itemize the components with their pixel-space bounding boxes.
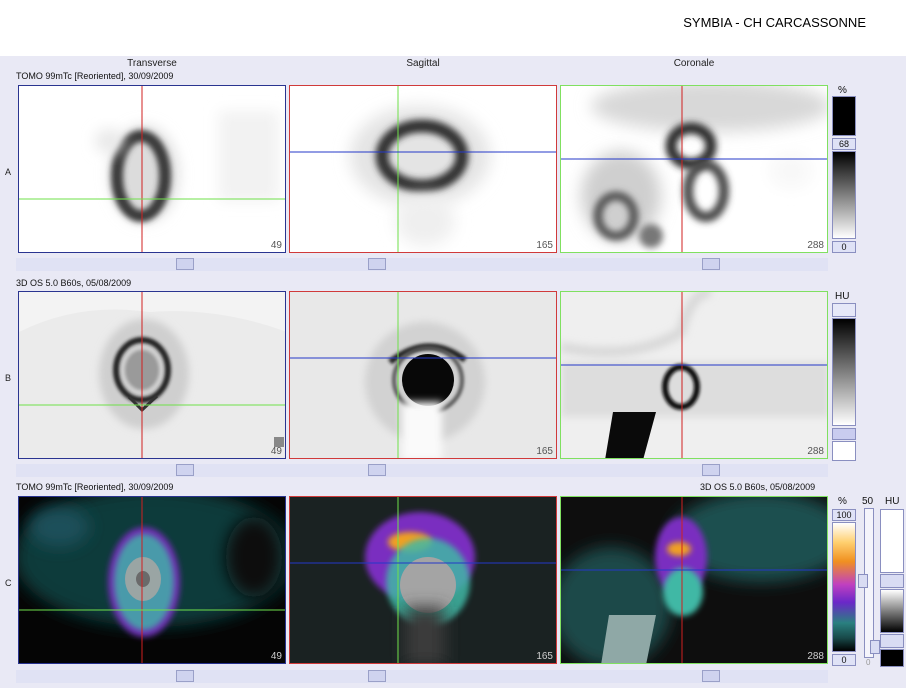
row-b-sagittal-view[interactable]: 165 xyxy=(289,291,557,459)
ct-coronal-image xyxy=(561,292,827,458)
row-b-colorbar-bottom xyxy=(832,441,856,461)
row-a-info: TOMO 99mTc [Reoriented], 30/09/2009 xyxy=(16,71,174,81)
row-c-window-value: 50 xyxy=(862,496,874,507)
slice-number: 165 xyxy=(536,651,553,662)
column-header-coronale: Coronale xyxy=(673,58,715,69)
row-c-colorbar-min[interactable]: 0 xyxy=(832,654,856,666)
row-c-info-right: 3D OS 5.0 B60s, 05/08/2009 xyxy=(700,482,816,492)
row-b-transverse-slider[interactable] xyxy=(176,464,194,476)
column-header-transverse: Transverse xyxy=(127,58,177,69)
row-c-sagittal-view[interactable]: 165 xyxy=(289,496,557,664)
row-c-colorbar xyxy=(832,522,856,652)
row-c-ct-window-handle-low[interactable] xyxy=(880,634,904,648)
row-c-ct-colorbar xyxy=(880,589,904,633)
fused-sagittal-image xyxy=(290,497,556,663)
row-c-window-slider-low[interactable] xyxy=(870,640,880,654)
row-c-ct-window-handle[interactable] xyxy=(880,574,904,588)
slice-number: 165 xyxy=(536,446,553,457)
row-a-sagittal-view[interactable]: 165 xyxy=(289,85,557,253)
row-c-info-left: TOMO 99mTc [Reoriented], 30/09/2009 xyxy=(16,482,174,492)
ct-transverse-image xyxy=(19,292,285,458)
fused-transverse-image xyxy=(19,497,285,663)
row-a-sagittal-slider[interactable] xyxy=(368,258,386,270)
row-c-sagittal-slider[interactable] xyxy=(368,670,386,682)
row-c-transverse-view[interactable]: 49 xyxy=(18,496,286,664)
row-b-colorbar-unit: HU xyxy=(835,291,850,302)
row-a-colorbar-unit: % xyxy=(838,85,847,96)
app-title: SYMBIA - CH CARCASSONNE xyxy=(683,15,866,30)
slice-number: 49 xyxy=(270,651,282,662)
spect-sagittal-image xyxy=(290,86,556,252)
spect-coronal-image xyxy=(561,86,827,252)
ct-sagittal-image xyxy=(290,292,556,458)
row-b-colorbar xyxy=(832,318,856,426)
fused-coronal-image xyxy=(561,497,827,663)
row-a-colorbar-min[interactable]: 0 xyxy=(832,241,856,253)
slice-number: 49 xyxy=(270,240,282,251)
row-c-ct-colorbar-bottom xyxy=(880,649,904,667)
row-a-colorbar-max[interactable]: 68 xyxy=(832,138,856,150)
slice-number: 165 xyxy=(536,240,553,251)
row-a-coronal-slider[interactable] xyxy=(702,258,720,270)
row-a-colorbar-top xyxy=(832,96,856,136)
row-c-coronal-slider[interactable] xyxy=(702,670,720,682)
row-b-transverse-view[interactable]: 49 xyxy=(18,291,286,459)
slice-number: 288 xyxy=(807,446,824,457)
row-a-letter: A xyxy=(5,167,12,177)
row-c-window-slider[interactable] xyxy=(858,574,868,588)
row-c-ct-colorbar-top xyxy=(880,509,904,573)
row-a-coronal-view[interactable]: 288 xyxy=(560,85,828,253)
row-c-window-zero: 0 xyxy=(866,658,871,667)
slice-number: 49 xyxy=(270,446,282,457)
row-b-window-bottom-handle[interactable] xyxy=(832,428,856,440)
spect-transverse-image xyxy=(19,86,285,252)
row-c-colorbar-max[interactable]: 100 xyxy=(832,509,856,521)
row-c-transverse-slider[interactable] xyxy=(176,670,194,682)
slice-number: 288 xyxy=(807,651,824,662)
row-c-coronal-view[interactable]: 288 xyxy=(560,496,828,664)
row-c-letter: C xyxy=(5,578,12,588)
row-b-sagittal-slider[interactable] xyxy=(368,464,386,476)
row-a-colorbar xyxy=(832,151,856,239)
row-b-letter: B xyxy=(5,373,12,383)
row-c-colorbar-unit-right: HU xyxy=(885,496,900,507)
row-b-window-top-handle[interactable] xyxy=(832,303,856,317)
row-a-transverse-view[interactable]: 49 xyxy=(18,85,286,253)
row-b-info: 3D OS 5.0 B60s, 05/08/2009 xyxy=(16,278,132,288)
row-a-transverse-slider[interactable] xyxy=(176,258,194,270)
row-b-coronal-slider[interactable] xyxy=(702,464,720,476)
column-header-sagittal: Sagittal xyxy=(406,58,440,69)
title-bar: SYMBIA - CH CARCASSONNE xyxy=(0,0,906,56)
row-b-coronal-view[interactable]: 288 xyxy=(560,291,828,459)
slice-number: 288 xyxy=(807,240,824,251)
row-c-colorbar-unit-left: % xyxy=(838,496,847,507)
